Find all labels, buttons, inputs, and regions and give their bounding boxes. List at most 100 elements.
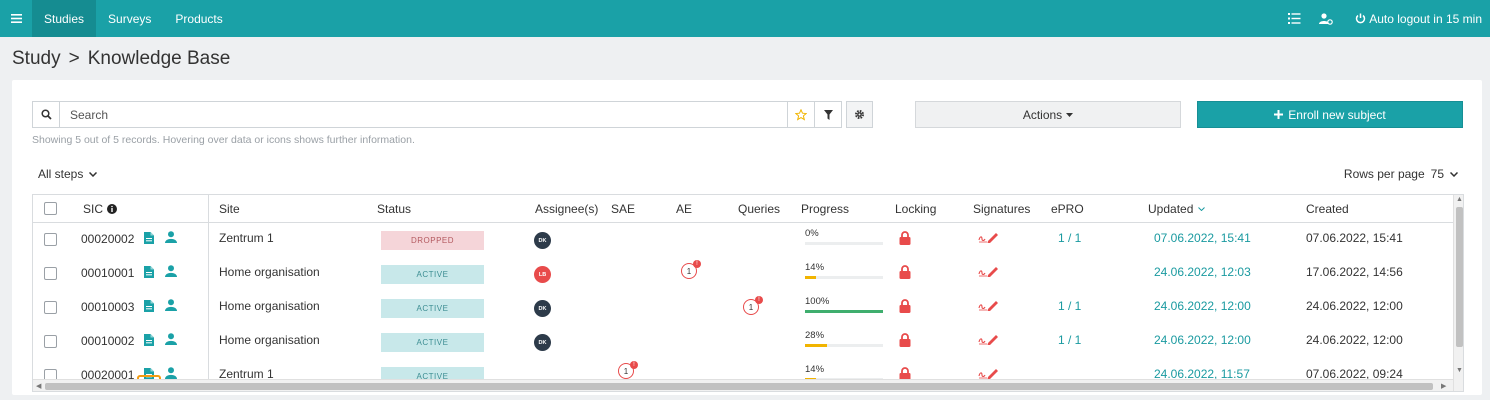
rows-per-page-label: Rows per page — [1343, 167, 1425, 181]
col-locking[interactable]: Locking — [895, 202, 936, 216]
tab-surveys[interactable]: Surveys — [96, 0, 163, 37]
breadcrumb-parent[interactable]: Study — [12, 48, 61, 70]
cell-epro[interactable]: 1 / 1 — [1058, 299, 1081, 313]
document-icon[interactable] — [144, 266, 154, 281]
row-checkbox[interactable] — [44, 335, 57, 348]
task-list-icon[interactable] — [1283, 0, 1305, 37]
horizontal-scroll-thumb[interactable] — [45, 383, 1433, 390]
row-checkbox[interactable] — [44, 267, 57, 280]
scroll-left-icon[interactable]: ◀ — [36, 382, 41, 390]
person-icon[interactable] — [165, 299, 177, 314]
horizontal-scrollbar[interactable]: ◀ ▶ — [33, 379, 1453, 391]
col-status[interactable]: Status — [377, 202, 411, 216]
vertical-scroll-thumb[interactable] — [1456, 207, 1463, 347]
col-queries[interactable]: Queries — [738, 202, 780, 216]
progress-percent: 0% — [805, 228, 819, 239]
col-epro[interactable]: ePRO — [1051, 202, 1084, 216]
col-signatures[interactable]: Signatures — [973, 202, 1030, 216]
enroll-subject-button[interactable]: Enroll new subject — [1197, 101, 1463, 128]
signature-pen-icon[interactable] — [978, 231, 1000, 246]
assignee-avatar[interactable]: DK — [534, 232, 551, 249]
scroll-up-icon[interactable]: ▲ — [1456, 196, 1463, 203]
assignee-avatar[interactable]: DK — [534, 334, 551, 351]
table-row[interactable]: 00010001 Home organisation ACTIVE LB 1! 14% 24… — [33, 257, 1453, 291]
document-icon[interactable] — [144, 232, 154, 247]
table-row[interactable]: 00020002 Zentrum 1 DROPPED DK 0% 1 / 1 07.06.2… — [33, 223, 1453, 257]
rows-per-page-select[interactable]: 75 — [1431, 167, 1458, 181]
cell-epro[interactable]: 1 / 1 — [1058, 231, 1081, 245]
cell-created: 17.06.2022, 14:56 — [1306, 265, 1403, 279]
filter-icon[interactable] — [814, 102, 841, 127]
cell-sic[interactable]: 00010003 — [81, 300, 134, 314]
auto-logout-button[interactable]: Auto logout in 15 min — [1355, 12, 1482, 26]
person-icon[interactable] — [165, 333, 177, 348]
table-row[interactable]: 00010003 Home organisation ACTIVE DK 1! 100% 1… — [33, 291, 1453, 325]
tab-studies[interactable]: Studies — [32, 0, 97, 37]
column-settings-button[interactable] — [846, 101, 873, 128]
progress-percent: 14% — [805, 262, 825, 273]
lock-icon[interactable] — [899, 265, 911, 282]
assignee-avatar[interactable]: LB — [534, 266, 551, 283]
signature-pen-icon[interactable] — [978, 299, 1000, 314]
caret-down-icon — [1066, 112, 1074, 117]
vertical-scrollbar[interactable]: ▲ ▼ — [1453, 195, 1463, 391]
tab-products[interactable]: Products — [163, 0, 234, 37]
col-sic-label: SIC — [83, 202, 104, 216]
user-settings-icon[interactable] — [1315, 0, 1337, 37]
person-icon[interactable] — [165, 265, 177, 280]
cell-sic[interactable]: 00020002 — [81, 232, 134, 246]
col-created[interactable]: Created — [1306, 202, 1349, 216]
row-checkbox[interactable] — [44, 233, 57, 246]
col-progress[interactable]: Progress — [801, 202, 849, 216]
progress-bar — [805, 242, 883, 245]
cell-sic[interactable]: 00010002 — [81, 334, 134, 348]
search-bar — [32, 101, 842, 128]
cell-epro[interactable]: 1 / 1 — [1058, 333, 1081, 347]
records-info: Showing 5 out of 5 records. Hovering ove… — [32, 134, 415, 146]
scroll-down-icon[interactable]: ▼ — [1456, 367, 1463, 374]
search-input[interactable] — [60, 102, 787, 127]
progress-bar — [805, 276, 883, 279]
lock-icon[interactable] — [899, 299, 911, 316]
rows-per-page: Rows per page 75 — [1344, 167, 1458, 181]
progress-bar — [805, 310, 883, 313]
cell-updated[interactable]: 24.06.2022, 12:03 — [1154, 265, 1251, 279]
steps-dropdown[interactable]: All steps — [38, 167, 98, 181]
favorite-star-icon[interactable] — [787, 102, 814, 127]
col-site[interactable]: Site — [219, 202, 240, 216]
person-icon[interactable] — [165, 231, 177, 246]
rows-per-page-value: 75 — [1430, 167, 1444, 181]
status-badge: DROPPED — [381, 231, 484, 250]
alert-dot-icon: ! — [630, 361, 638, 369]
row-checkbox[interactable] — [44, 301, 57, 314]
lock-icon[interactable] — [899, 231, 911, 248]
power-icon — [1356, 13, 1366, 24]
status-badge: ACTIVE — [381, 299, 484, 318]
select-all-checkbox[interactable] — [44, 202, 57, 215]
cell-sic[interactable]: 00010001 — [81, 266, 134, 280]
col-sae[interactable]: SAE — [611, 202, 635, 216]
auto-logout-label: Auto logout in 15 min — [1369, 11, 1482, 26]
signature-pen-icon[interactable] — [978, 265, 1000, 280]
cell-updated[interactable]: 24.06.2022, 12:00 — [1154, 333, 1251, 347]
document-icon[interactable] — [144, 300, 154, 315]
menu-icon[interactable] — [0, 0, 32, 37]
signature-pen-icon[interactable] — [978, 333, 1000, 348]
scroll-right-icon[interactable]: ▶ — [1441, 382, 1446, 390]
actions-dropdown[interactable]: Actions — [915, 101, 1181, 128]
progress-percent: 28% — [805, 330, 825, 341]
info-icon[interactable] — [107, 204, 118, 214]
cell-updated[interactable]: 07.06.2022, 15:41 — [1154, 231, 1251, 245]
sort-down-icon — [1198, 207, 1206, 211]
progress-fill — [805, 276, 816, 279]
col-ae[interactable]: AE — [676, 202, 692, 216]
col-sic[interactable]: SIC — [83, 202, 118, 216]
col-updated[interactable]: Updated — [1148, 202, 1206, 216]
document-icon[interactable] — [144, 334, 154, 349]
table-row[interactable]: 00010002 Home organisation ACTIVE DK 28% 1 / … — [33, 325, 1453, 359]
col-assignees[interactable]: Assignee(s) — [535, 202, 598, 216]
cell-updated[interactable]: 24.06.2022, 12:00 — [1154, 299, 1251, 313]
lock-icon[interactable] — [899, 333, 911, 350]
assignee-avatar[interactable]: DK — [534, 300, 551, 317]
top-navbar: Studies Surveys Products Auto logout in … — [0, 0, 1490, 37]
